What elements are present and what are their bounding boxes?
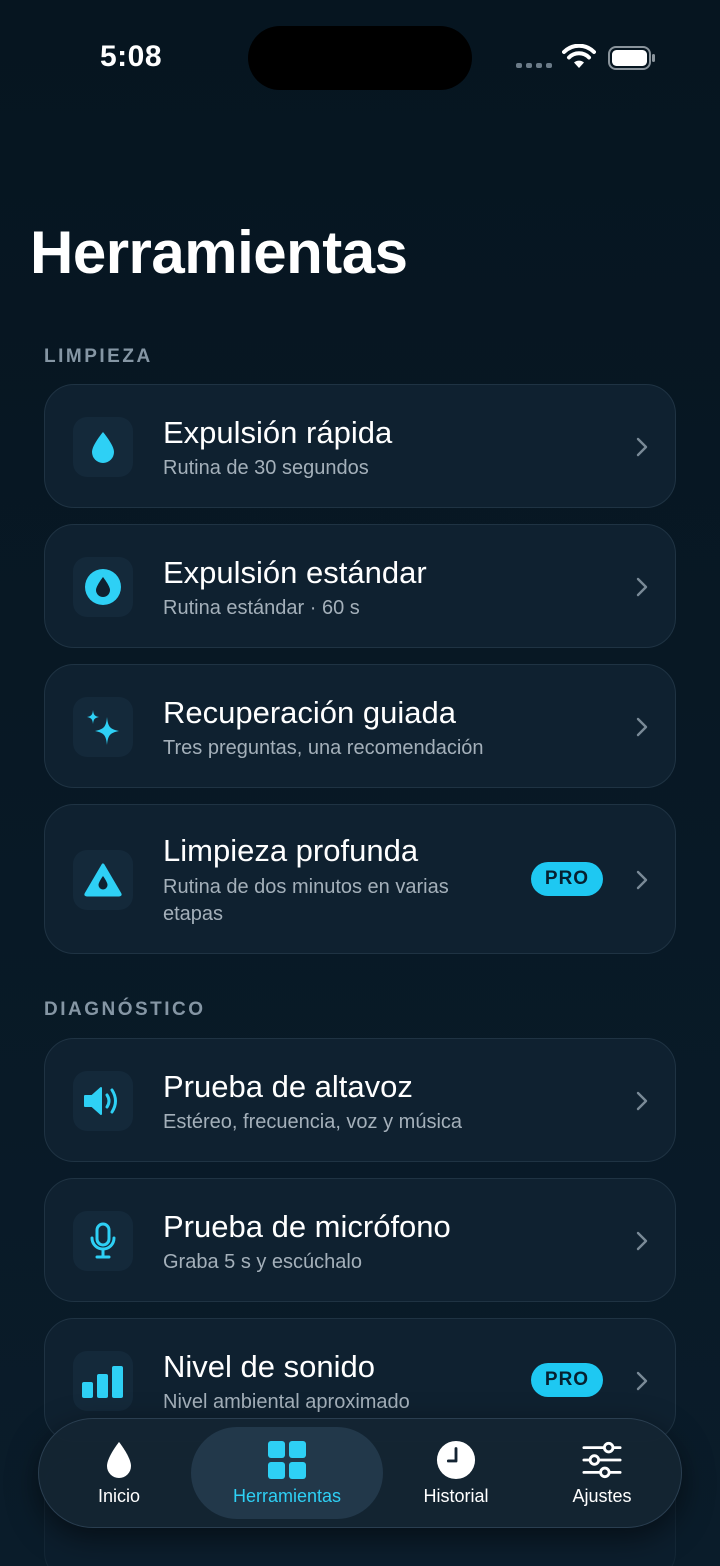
cellular-signal-icon xyxy=(516,63,552,68)
tab-label: Herramientas xyxy=(232,1485,342,1506)
chevron-right-icon xyxy=(636,1091,648,1111)
clock-icon xyxy=(436,1440,476,1480)
tool-card-guided-recovery[interactable]: Recuperación guiada Tres preguntas, una … xyxy=(44,664,676,788)
section-label-diagnostico: DIAGNÓSTICO xyxy=(44,999,206,1020)
tool-card-standard-eject[interactable]: Expulsión estándar Rutina estándar · 60 … xyxy=(44,524,676,648)
tab-bar: Inicio Herramientas Historial Ajustes xyxy=(38,1418,682,1528)
tab-label: Historial xyxy=(423,1485,489,1506)
pro-badge: PRO xyxy=(531,1363,603,1397)
chevron-right-icon xyxy=(636,717,648,737)
wifi-icon xyxy=(562,44,596,68)
sparkles-icon xyxy=(73,697,133,757)
tab-historial[interactable]: Historial xyxy=(399,1427,513,1519)
tab-ajustes[interactable]: Ajustes xyxy=(545,1427,659,1519)
card-title: Prueba de micrófono xyxy=(163,1209,451,1244)
chevron-right-icon xyxy=(636,577,648,597)
card-title: Nivel de sonido xyxy=(163,1349,375,1384)
tab-inicio[interactable]: Inicio xyxy=(57,1427,181,1519)
tool-card-quick-eject[interactable]: Expulsión rápida Rutina de 30 segundos xyxy=(44,384,676,508)
tab-label: Inicio xyxy=(97,1485,141,1506)
card-title: Expulsión estándar xyxy=(163,555,427,590)
card-subtitle: Rutina estándar · 60 s xyxy=(163,597,360,619)
tool-card-speaker-test[interactable]: Prueba de altavoz Estéreo, frecuencia, v… xyxy=(44,1038,676,1162)
microphone-icon xyxy=(73,1211,133,1271)
sliders-icon xyxy=(582,1440,622,1480)
chevron-right-icon xyxy=(636,870,648,890)
chevron-right-icon xyxy=(636,1231,648,1251)
card-title: Recuperación guiada xyxy=(163,695,456,730)
section-label-limpieza: LIMPIEZA xyxy=(44,346,153,367)
page-title: Herramientas xyxy=(30,219,408,286)
pro-badge: PRO xyxy=(531,862,603,896)
card-title: Limpieza profunda xyxy=(163,833,419,868)
card-subtitle: Rutina de dos minutos en varias etapas xyxy=(163,876,449,925)
card-subtitle: Nivel ambiental aproximado xyxy=(163,1391,410,1413)
droplet-circle-icon xyxy=(73,557,133,617)
card-title: Expulsión rápida xyxy=(163,415,393,450)
card-subtitle: Graba 5 s y escúchalo xyxy=(163,1251,362,1273)
bar-chart-icon xyxy=(73,1351,133,1411)
card-subtitle: Tres preguntas, una recomendación xyxy=(163,737,484,759)
grid-icon xyxy=(267,1440,307,1480)
dynamic-island xyxy=(248,26,472,90)
status-time: 5:08 xyxy=(100,40,163,73)
card-subtitle: Estéreo, frecuencia, voz y música xyxy=(163,1111,463,1133)
droplet-icon xyxy=(73,417,133,477)
tab-herramientas[interactable]: Herramientas xyxy=(191,1427,383,1519)
triangle-drop-icon xyxy=(73,850,133,910)
droplet-icon xyxy=(99,1440,139,1480)
speaker-icon xyxy=(73,1071,133,1131)
chevron-right-icon xyxy=(636,1371,648,1391)
status-bar: 5:08 xyxy=(0,0,720,120)
tab-label: Ajustes xyxy=(572,1485,632,1506)
battery-icon xyxy=(608,46,655,70)
card-title: Prueba de altavoz xyxy=(163,1069,413,1104)
chevron-right-icon xyxy=(636,437,648,457)
card-subtitle: Rutina de 30 segundos xyxy=(163,457,369,479)
tool-card-deep-clean[interactable]: Limpieza profunda Rutina de dos minutos … xyxy=(44,804,676,954)
tool-card-microphone-test[interactable]: Prueba de micrófono Graba 5 s y escúchal… xyxy=(44,1178,676,1302)
